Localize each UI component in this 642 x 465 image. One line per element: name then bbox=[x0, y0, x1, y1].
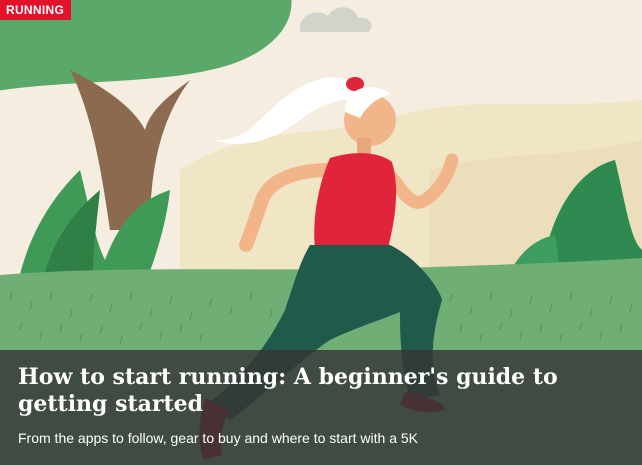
category-badge[interactable]: RUNNING bbox=[0, 0, 72, 20]
article-title[interactable]: How to start running: A beginner's guide… bbox=[18, 364, 618, 418]
article-card[interactable]: RUNNING How to start running: A beginner… bbox=[0, 0, 642, 465]
article-subtitle: From the apps to follow, gear to buy and… bbox=[18, 430, 418, 446]
